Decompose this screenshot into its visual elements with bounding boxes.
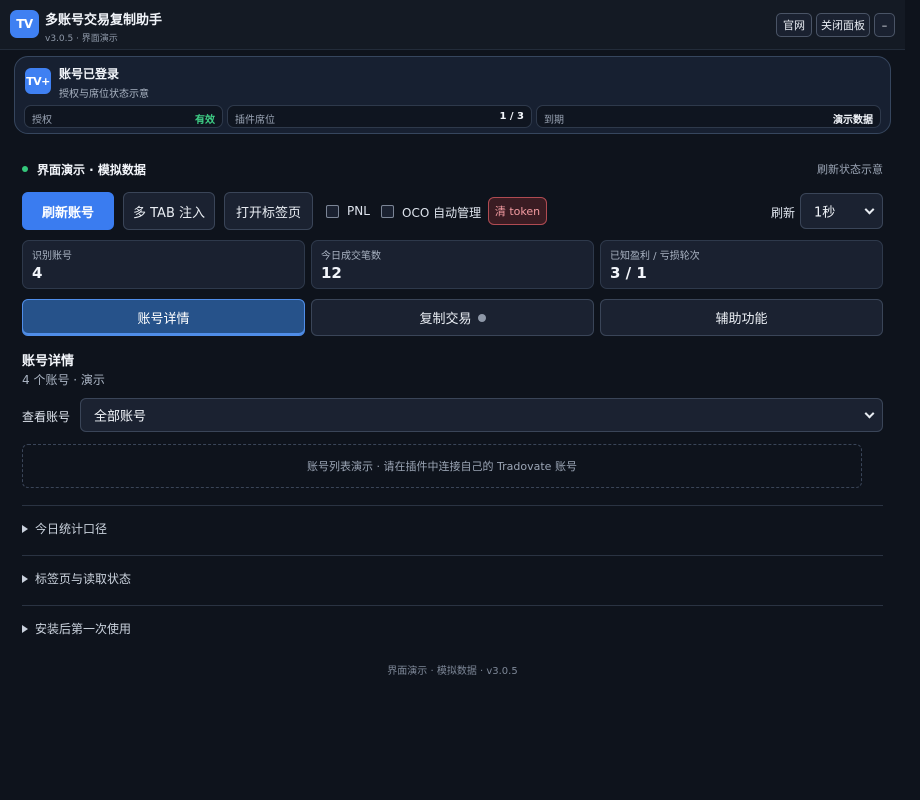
view-account-select[interactable]: 全部账号 (80, 398, 883, 432)
view-account-value: 全部账号 (94, 409, 147, 425)
status-dot-icon (22, 166, 28, 172)
auth-label: 授权 (32, 115, 52, 126)
section-tab-status[interactable]: 标签页与读取状态 (22, 570, 131, 587)
seat-label: 插件席位 (235, 115, 275, 126)
tab-label: 辅助功能 (715, 312, 768, 327)
app-logo: TV (10, 10, 39, 38)
license-title: 账号已登录 (59, 67, 120, 81)
stat-label: 今日成交笔数 (321, 251, 381, 262)
chevron-down-icon (864, 204, 875, 215)
status-dot-icon (477, 313, 486, 322)
stat-label: 已知盈利 / 亏损轮次 (610, 251, 700, 262)
refresh-interval-value: 1秒 (814, 205, 836, 221)
license-subtitle: 授权与席位状态示意 (59, 89, 149, 100)
stat-label: 识别账号 (32, 251, 72, 262)
triangle-right-icon (22, 624, 28, 633)
expire-value: 演示数据 (833, 115, 873, 126)
tab-label: 账号详情 (137, 312, 190, 327)
auth-value: 有效 (195, 115, 215, 126)
divider (22, 605, 883, 606)
refresh-interval-select[interactable]: 1秒 (800, 193, 883, 229)
refresh-status-hint: 刷新状态示意 (817, 163, 883, 176)
seat-pill: 插件席位 1 / 3 (227, 105, 532, 128)
app-title: 多账号交易复制助手 (45, 13, 163, 28)
stat-card-win-loss: 已知盈利 / 亏损轮次 3 / 1 (600, 240, 883, 289)
section-label: 安装后第一次使用 (35, 622, 132, 636)
triangle-right-icon (22, 574, 28, 583)
stat-value: 12 (321, 264, 342, 282)
oco-checkbox[interactable] (381, 205, 394, 218)
minimize-button[interactable]: – (874, 13, 895, 37)
section-label: 标签页与读取状态 (35, 572, 132, 586)
tab-helper[interactable]: 辅助功能 (600, 299, 883, 336)
open-tabs-button[interactable]: 打开标签页 (224, 192, 313, 230)
seat-value: 1 / 3 (499, 111, 524, 122)
section-label: 今日统计口径 (35, 522, 108, 536)
license-card: TV+ 账号已登录 授权与席位状态示意 授权 有效 插件席位 1 / 3 到期 … (14, 56, 891, 134)
section-first-use[interactable]: 安装后第一次使用 (22, 620, 131, 637)
tab-label: 复制交易 (419, 312, 472, 327)
stat-card-trades: 今日成交笔数 12 (311, 240, 594, 289)
pnl-checkbox[interactable] (326, 205, 339, 218)
stat-card-accounts: 识别账号 4 (22, 240, 305, 289)
app-version: v3.0.5 · 界面演示 (45, 34, 118, 44)
pnl-label: PNL (347, 204, 370, 218)
divider (22, 555, 883, 556)
clear-token-button[interactable]: 清 token (488, 197, 547, 225)
app-header: TV 多账号交易复制助手 v3.0.5 · 界面演示 官网 关闭面板 – (0, 0, 905, 50)
auth-pill: 授权 有效 (24, 105, 223, 128)
footer-text: 界面演示 · 模拟数据 · v3.0.5 (387, 666, 518, 677)
expire-label: 到期 (544, 115, 564, 126)
refresh-label: 刷新 (771, 206, 796, 220)
stat-value: 3 / 1 (610, 264, 647, 282)
multi-tab-inject-button[interactable]: 多 TAB 注入 (123, 192, 215, 230)
refresh-accounts-button[interactable]: 刷新账号 (22, 192, 114, 230)
section-stats-scope[interactable]: 今日统计口径 (22, 520, 107, 537)
chevron-down-icon (864, 408, 875, 419)
triangle-right-icon (22, 524, 28, 533)
section-title: 账号详情 (22, 354, 75, 369)
section-subtitle: 4 个账号 · 演示 (22, 373, 105, 387)
tab-copy-trading[interactable]: 复制交易 (311, 299, 594, 336)
status-label: 界面演示 · 模拟数据 (37, 163, 146, 177)
stat-value: 4 (32, 264, 43, 282)
oco-label: OCO 自动管理 (402, 206, 482, 220)
expire-pill: 到期 演示数据 (536, 105, 881, 128)
license-logo: TV+ (25, 68, 51, 94)
account-list-placeholder: 账号列表演示 · 请在插件中连接自己的 Tradovate 账号 (22, 444, 862, 488)
official-site-button[interactable]: 官网 (776, 13, 812, 37)
close-panel-button[interactable]: 关闭面板 (816, 13, 870, 37)
view-account-label: 查看账号 (22, 410, 71, 424)
divider (22, 505, 883, 506)
tab-account-details[interactable]: 账号详情 (22, 299, 305, 336)
